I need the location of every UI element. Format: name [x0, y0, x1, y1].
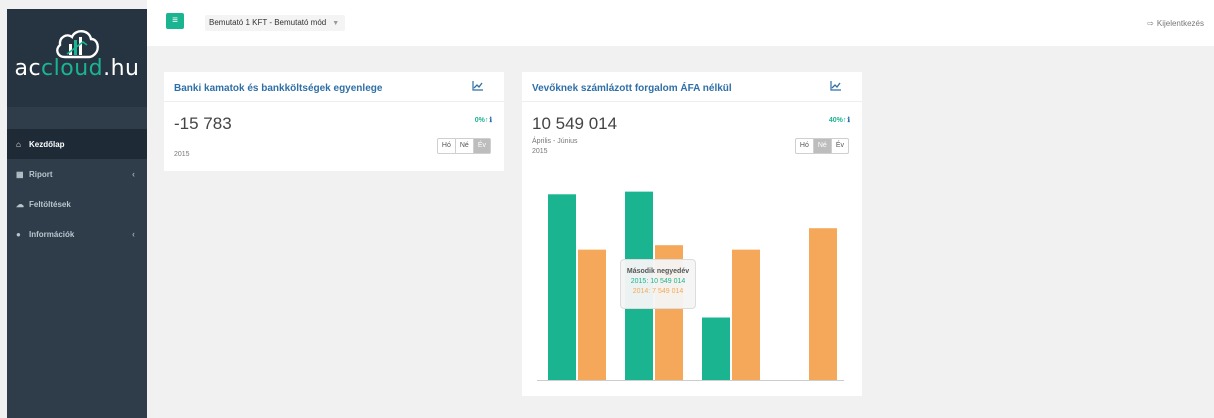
hamburger-icon: ≡ [172, 15, 178, 26]
logout-link[interactable]: ⇨ Kijelentkezés [1147, 19, 1204, 28]
bar-2015-Q3[interactable] [702, 317, 730, 381]
widget-invoiced-revenue: Vevőknek számlázott forgalom ÁFA nélkül … [522, 72, 862, 396]
sidebar-item-label: Feltöltések [29, 199, 71, 209]
sidebar-item-kezdolap[interactable]: ⌂ Kezdőlap [7, 129, 147, 159]
bar-2015-Q1[interactable] [548, 194, 576, 380]
bar-2014-Q3[interactable] [732, 249, 760, 380]
sidebar-item-label: Kezdőlap [29, 139, 65, 149]
caret-down-icon: ▼ [332, 20, 340, 27]
logout-label: Kijelentkezés [1156, 19, 1204, 28]
company-select-value: Bemutató 1 KFT - Bemutató mód [209, 18, 327, 27]
arrow-up-icon: ↑ [484, 117, 489, 124]
chart-tooltip: Második negyedév 2015: 10 549 014 2014: … [620, 259, 696, 309]
widget-title: Banki kamatok és bankköltségek egyenlege [174, 83, 383, 94]
tooltip-2015: 2015: 10 549 014 [630, 278, 686, 285]
widget-bank-interest: Banki kamatok és bankköltségek egyenlege… [164, 72, 504, 171]
sign-out-icon: ⇨ [1147, 19, 1154, 28]
period-toggle: Hó Né Év [436, 138, 491, 154]
bar-2014-Q4[interactable] [809, 228, 837, 380]
chevron-left-icon: ‹ [132, 169, 135, 179]
revenue-bar-chart[interactable] [522, 72, 862, 396]
info-icon: ● [16, 229, 21, 239]
sidebar-item-label: Riport [29, 169, 53, 179]
widget-value: -15 783 [174, 114, 232, 133]
sidebar: accloud.hu ⌂ Kezdőlap ▦ Riport ‹ ☁ Feltö… [7, 9, 147, 418]
sidebar-item-label: Információk [29, 229, 75, 239]
info-icon[interactable]: ℹ [489, 117, 492, 124]
cloud-upload-icon: ☁ [16, 199, 24, 209]
home-icon: ⌂ [16, 139, 21, 149]
sidebar-menu: ⌂ Kezdőlap ▦ Riport ‹ ☁ Feltöltések ● In… [7, 129, 147, 249]
change-badge: 0%↑ℹ [475, 116, 492, 124]
company-select[interactable]: Bemutató 1 KFT - Bemutató mód ▼ [205, 15, 346, 31]
change-percent: 0% [474, 117, 485, 124]
chevron-left-icon: ‹ [132, 229, 135, 239]
toggle-quarter[interactable]: Né [456, 139, 474, 153]
sidebar-item-feltoltesek[interactable]: ☁ Feltöltések [7, 189, 147, 219]
period-year: 2015 [174, 151, 190, 158]
widget-header: Banki kamatok és bankköltségek egyenlege [164, 72, 504, 102]
table-icon: ▦ [16, 169, 24, 179]
toggle-month[interactable]: Hó [438, 139, 456, 153]
sidebar-item-informaciok[interactable]: ● Információk ‹ [7, 219, 147, 249]
toggle-year[interactable]: Év [473, 139, 490, 153]
logo-text: accloud.hu [14, 56, 140, 81]
line-chart-icon[interactable] [472, 80, 484, 91]
hamburger-button[interactable]: ≡ [166, 13, 184, 29]
tooltip-title: Második negyedév [626, 268, 690, 275]
topbar: ≡ Bemutató 1 KFT - Bemutató mód ▼ ⇨ Kijele… [147, 0, 1214, 46]
sidebar-item-riport[interactable]: ▦ Riport ‹ [7, 159, 147, 189]
bar-2014-Q1[interactable] [578, 249, 606, 380]
tooltip-2014: 2014: 7 549 014 [632, 288, 684, 295]
logo[interactable]: accloud.hu [7, 9, 147, 107]
